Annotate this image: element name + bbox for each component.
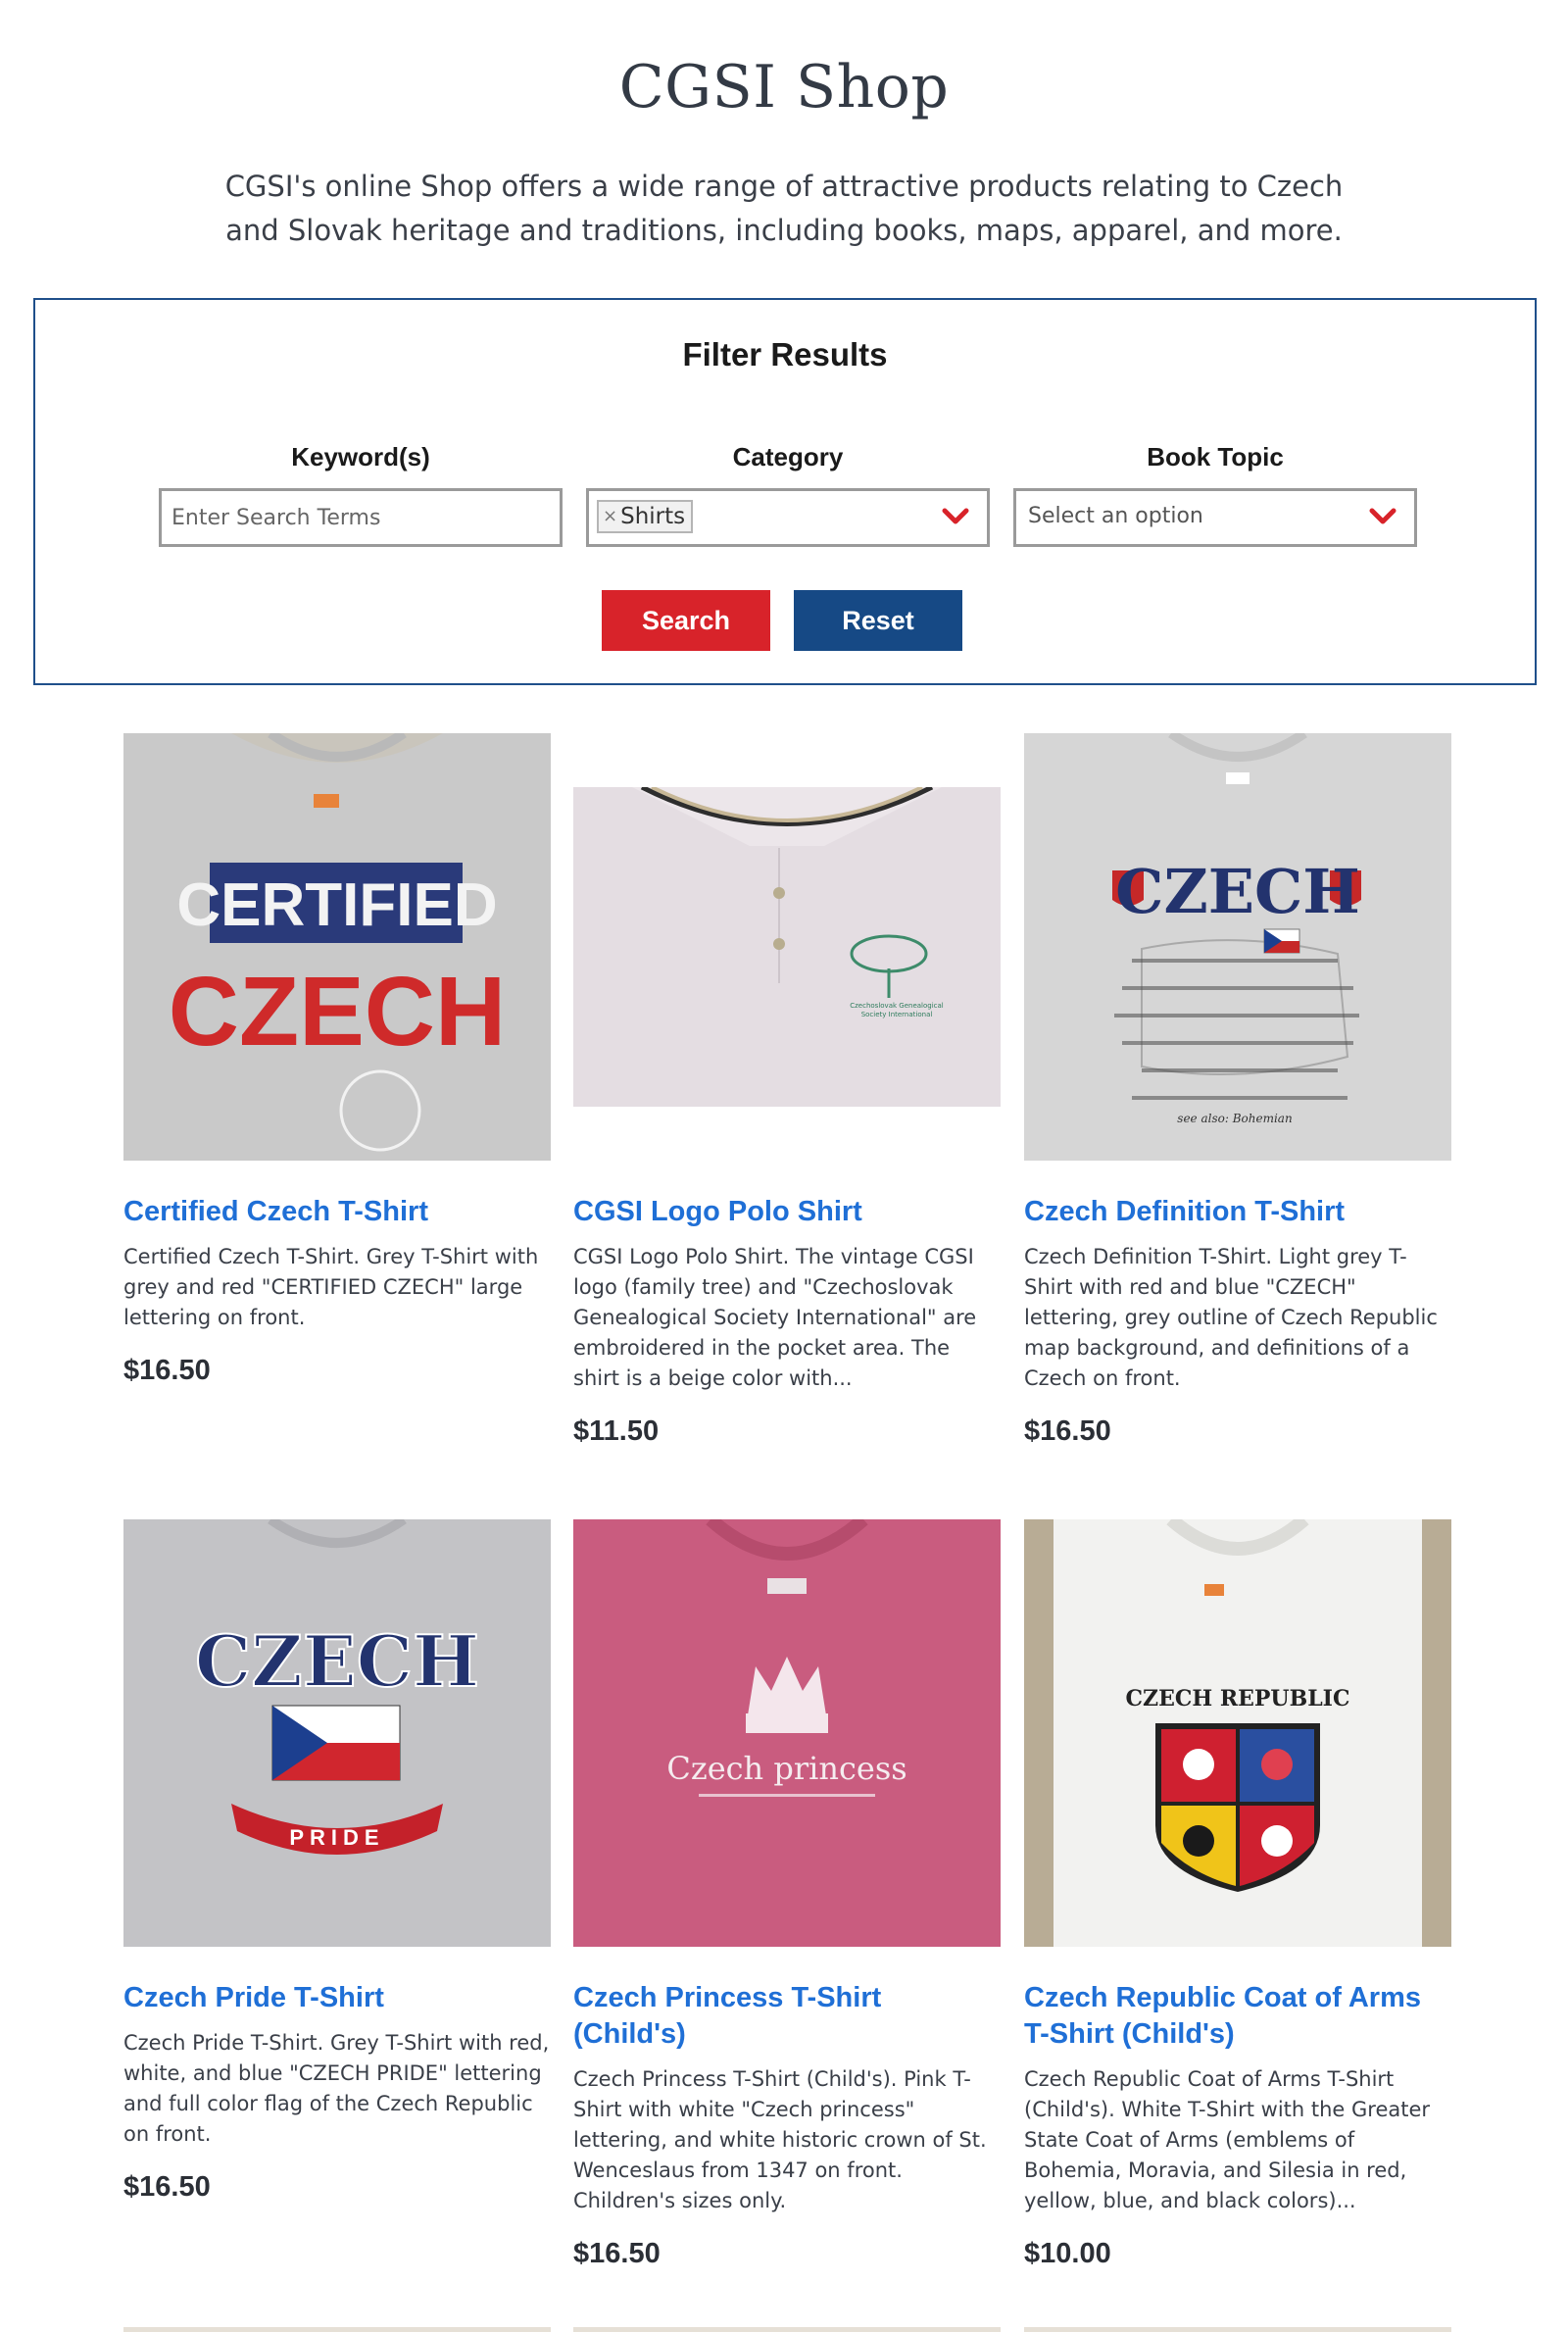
print-line2: Society International: [861, 1011, 933, 1018]
page-intro: CGSI's online Shop offers a wide range o…: [224, 170, 1344, 247]
product-card: CZECH REPUBLIC Czech Republic Coat of Ar…: [1024, 1519, 1451, 2270]
next-row-image-edge: [123, 2327, 551, 2332]
print-line1: CZECH: [195, 1619, 479, 1703]
chip-label: Shirts: [620, 504, 686, 529]
product-image[interactable]: CZECH see also: Bohemian: [1024, 733, 1451, 1161]
product-description: Czech Republic Coat of Arms T-Shirt (Chi…: [1024, 2067, 1431, 2212]
tshirt-image: CZECH PRIDE: [123, 1519, 551, 1947]
product-card: CZECH see also: Bohemian Czech Definitio…: [1024, 733, 1451, 1448]
category-label: Category: [732, 442, 844, 471]
product-title[interactable]: Czech Definition T-Shirt: [1024, 1194, 1451, 1230]
product-image[interactable]: CZECH PRIDE: [123, 1519, 551, 1947]
category-select[interactable]: × Shirts: [586, 488, 990, 547]
print-line2: see also: Bohemian: [1177, 1112, 1292, 1125]
product-price: $16.50: [123, 1355, 211, 1386]
product-title[interactable]: Czech Princess T-Shirt (Child's): [573, 1980, 1001, 2053]
product-title[interactable]: Czech Republic Coat of Arms T-Shirt (Chi…: [1024, 1980, 1451, 2053]
print-line1: CZECH REPUBLIC: [1126, 1686, 1350, 1712]
product-description: Certified Czech T-Shirt. Grey T-Shirt wi…: [123, 1245, 539, 1329]
product-image[interactable]: Czech princess: [573, 1519, 1001, 1947]
tshirt-image: CZECH REPUBLIC: [1054, 1519, 1422, 1947]
print-line1: CERTIFIED: [176, 871, 497, 939]
category-chip-shirts: × Shirts: [597, 500, 694, 533]
topic-field: Book Topic Select an option: [1013, 442, 1417, 547]
product-description: Czech Definition T-Shirt. Light grey T-S…: [1024, 1245, 1438, 1390]
tshirt-image: CZECH see also: Bohemian: [1024, 733, 1451, 1161]
product-card: Czechoslovak Genealogical Society Intern…: [573, 733, 1001, 1448]
product-title[interactable]: Certified Czech T-Shirt: [123, 1194, 551, 1230]
product-card: CERTIFIED CZECH Certified Czech T-Shirt …: [123, 733, 551, 1387]
search-button[interactable]: Search: [602, 590, 770, 651]
product-price: $16.50: [1024, 1415, 1111, 1447]
topic-select[interactable]: Select an option: [1013, 488, 1417, 547]
print-line1: Czechoslovak Genealogical: [850, 1002, 944, 1010]
product-card: Czech princess Czech Princess T-Shirt (C…: [573, 1519, 1001, 2270]
product-image[interactable]: CZECH REPUBLIC: [1024, 1519, 1451, 1947]
product-card: CZECH PRIDE Czech Pride T-Shirt Czech Pr…: [123, 1519, 551, 2204]
product-title[interactable]: Czech Pride T-Shirt: [123, 1980, 551, 2016]
polo-image: Czechoslovak Genealogical Society Intern…: [573, 787, 1001, 1107]
product-image[interactable]: Czechoslovak Genealogical Society Intern…: [573, 733, 1001, 1161]
reset-button[interactable]: Reset: [794, 590, 962, 651]
print-line1: Czech princess: [666, 1750, 906, 1787]
product-description: Czech Princess T-Shirt (Child's). Pink T…: [573, 2067, 987, 2212]
category-field: Category × Shirts: [586, 442, 990, 547]
product-price: $10.00: [1024, 2238, 1111, 2269]
print-line2: CZECH: [169, 957, 506, 1067]
next-row-image-edge: [573, 2327, 1001, 2332]
keyword-box: [159, 488, 563, 547]
chip-remove-icon[interactable]: ×: [603, 503, 617, 530]
tshirt-image: CERTIFIED CZECH: [123, 733, 551, 1161]
keyword-field: Keyword(s): [159, 442, 563, 547]
topic-label: Book Topic: [1147, 442, 1284, 471]
product-price: $16.50: [123, 2171, 211, 2203]
page-title: CGSI Shop: [618, 53, 950, 122]
topic-placeholder: Select an option: [1028, 504, 1203, 528]
filter-panel: Filter Results Keyword(s) Category × Shi…: [33, 298, 1537, 685]
product-price: $16.50: [573, 2238, 661, 2269]
product-image[interactable]: CERTIFIED CZECH: [123, 733, 551, 1161]
filter-title: Filter Results: [682, 336, 888, 372]
product-description: CGSI Logo Polo Shirt. The vintage CGSI l…: [573, 1245, 977, 1390]
chevron-down-icon[interactable]: [1369, 507, 1396, 526]
keyword-input[interactable]: [162, 491, 560, 544]
print-line2: PRIDE: [289, 1825, 384, 1850]
next-row-image-edge: [1024, 2327, 1451, 2332]
product-title[interactable]: CGSI Logo Polo Shirt: [573, 1194, 1001, 1230]
print-line1: CZECH: [1115, 856, 1360, 927]
keyword-label: Keyword(s): [291, 442, 430, 471]
tshirt-image: Czech princess: [573, 1519, 1001, 1947]
chevron-down-icon[interactable]: [942, 507, 969, 526]
product-description: Czech Pride T-Shirt. Grey T-Shirt with r…: [123, 2031, 550, 2146]
product-price: $11.50: [573, 1415, 660, 1447]
